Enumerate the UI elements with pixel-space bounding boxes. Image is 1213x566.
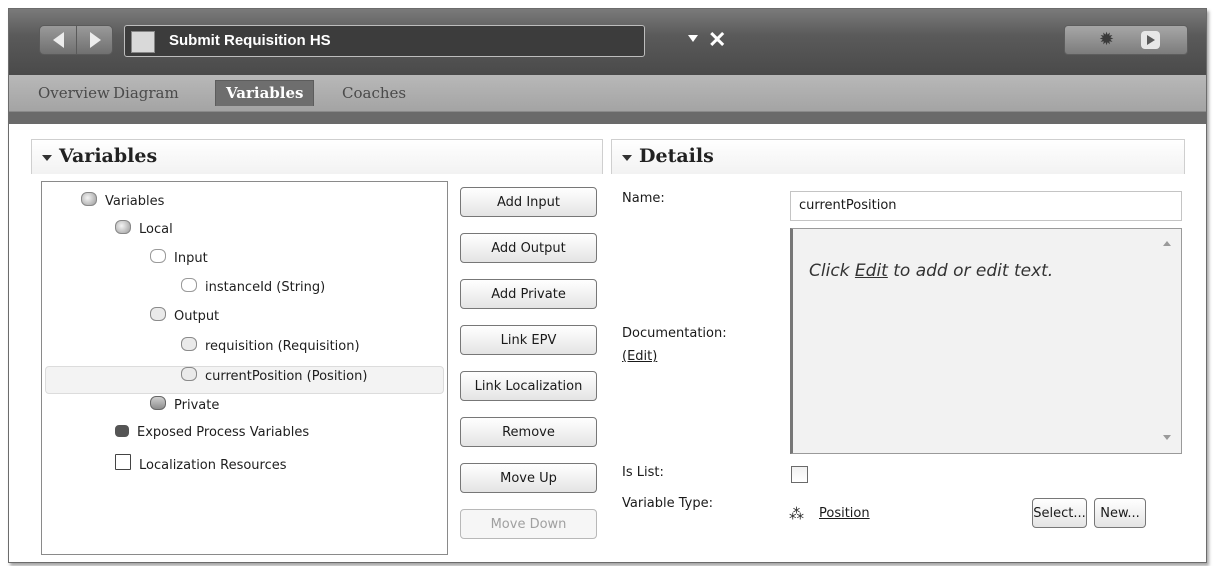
output-icon: [181, 337, 197, 351]
tree-node-local[interactable]: Local: [115, 220, 173, 237]
artifact-title: Submit Requisition HS: [169, 32, 331, 49]
back-button[interactable]: [40, 26, 76, 54]
tab-variables[interactable]: Variables: [215, 80, 315, 106]
artifact-selector[interactable]: Submit Requisition HS ✕: [124, 25, 726, 57]
documentation-edit-link[interactable]: (Edit): [622, 349, 657, 364]
details-panel-title: Details: [639, 145, 714, 167]
documentation-hint-edit-link[interactable]: Edit: [855, 261, 888, 281]
tree-node-private[interactable]: Private: [150, 396, 219, 413]
documentation-area[interactable]: Click Edit to add or edit text.: [790, 228, 1182, 454]
human-service-icon: [131, 31, 155, 53]
debug-icon[interactable]: ✹: [1099, 30, 1119, 50]
group-icon: [81, 192, 97, 206]
name-label: Name:: [622, 191, 665, 206]
scroll-down-icon[interactable]: [1163, 435, 1171, 440]
editor-tabs: Overview Diagram Variables Coaches: [9, 75, 1206, 112]
history-nav: [39, 25, 113, 55]
run-button[interactable]: [1141, 31, 1160, 49]
link-localization-button[interactable]: Link Localization: [460, 371, 597, 401]
details-panel-header[interactable]: Details: [611, 139, 1185, 174]
business-object-icon: ⁂: [789, 505, 804, 523]
tab-overview[interactable]: Overview: [38, 84, 110, 102]
collapse-icon[interactable]: [622, 155, 632, 161]
forward-arrow-icon: [89, 32, 101, 48]
people-icon: [115, 425, 129, 437]
tree-node-localization-resources[interactable]: Localization Resources: [115, 454, 287, 473]
name-field[interactable]: currentPosition: [790, 191, 1182, 221]
add-output-button[interactable]: Add Output: [460, 233, 597, 263]
forward-button[interactable]: [76, 26, 113, 54]
close-icon[interactable]: ✕: [708, 27, 726, 53]
tree-node-exposed-process-variables[interactable]: Exposed Process Variables: [115, 425, 309, 440]
input-icon: [181, 278, 197, 292]
collapse-icon[interactable]: [42, 155, 52, 161]
documentation-label: Documentation:: [622, 326, 727, 341]
add-private-button[interactable]: Add Private: [460, 279, 597, 309]
new-type-button[interactable]: New...: [1094, 498, 1146, 528]
tree-node-instanceid[interactable]: instanceId (String): [181, 278, 325, 295]
variables-panel-header[interactable]: Variables: [31, 139, 603, 174]
move-up-button[interactable]: Move Up: [460, 463, 597, 493]
input-icon: [150, 249, 166, 263]
tree-node-input[interactable]: Input: [150, 249, 208, 266]
is-list-checkbox[interactable]: [791, 466, 808, 483]
scroll-up-icon[interactable]: [1163, 241, 1171, 246]
select-type-button[interactable]: Select...: [1032, 498, 1087, 528]
variable-type-label: Variable Type:: [622, 496, 714, 511]
remove-button[interactable]: Remove: [460, 417, 597, 447]
private-icon: [150, 396, 166, 410]
tree-node-output[interactable]: Output: [150, 307, 219, 324]
tab-coaches[interactable]: Coaches: [342, 84, 406, 102]
variables-panel-title: Variables: [59, 145, 158, 167]
add-input-button[interactable]: Add Input: [460, 187, 597, 217]
group-icon: [115, 220, 131, 234]
play-icon: [1147, 35, 1155, 45]
editor-titlebar: Submit Requisition HS ✕ ✹: [9, 9, 1206, 75]
process-editor-window: Submit Requisition HS ✕ ✹ Overview Diagr…: [8, 8, 1207, 563]
is-list-label: Is List:: [622, 465, 664, 480]
tree-node-variables[interactable]: Variables: [81, 192, 164, 209]
back-arrow-icon: [52, 32, 64, 48]
tree-node-currentposition[interactable]: currentPosition (Position): [181, 367, 367, 384]
output-icon: [150, 307, 166, 321]
documentation-hint: Click Edit to add or edit text.: [809, 261, 1054, 281]
output-icon: [181, 367, 197, 381]
dropdown-icon[interactable]: [688, 35, 698, 42]
variable-type-link[interactable]: Position: [819, 506, 870, 521]
tab-divider: [9, 112, 1206, 124]
document-icon: [115, 454, 131, 470]
move-down-button: Move Down: [460, 509, 597, 539]
run-toolbar: ✹: [1064, 25, 1188, 55]
link-epv-button[interactable]: Link EPV: [460, 325, 597, 355]
tab-diagram[interactable]: Diagram: [113, 84, 179, 102]
tree-node-requisition[interactable]: requisition (Requisition): [181, 337, 360, 354]
